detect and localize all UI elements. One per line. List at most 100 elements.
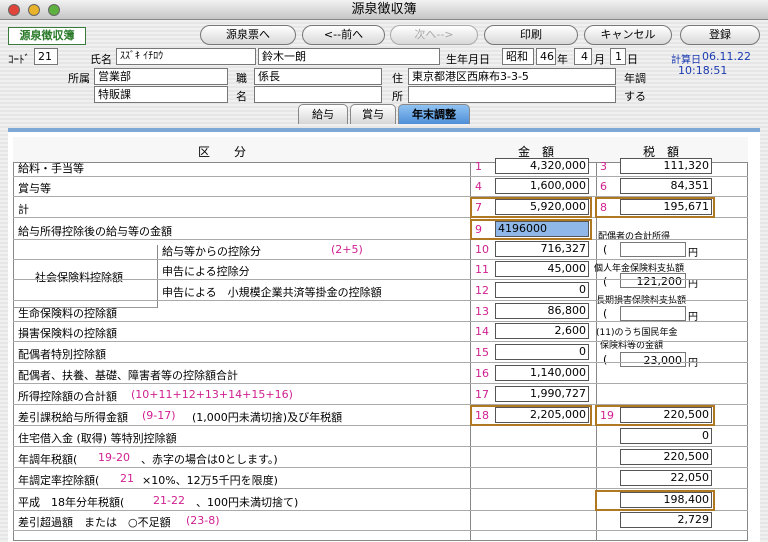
to-withholding-slip-button[interactable]: 源泉票へ — [200, 25, 296, 45]
job-field-2[interactable] — [254, 86, 382, 103]
zoom-window-button[interactable] — [48, 4, 60, 16]
name-field[interactable]: 鈴木一朗 — [258, 48, 440, 65]
minimize-window-button[interactable] — [28, 4, 40, 16]
kubun-header: 区 分 — [198, 145, 247, 159]
tax-number-3: 3 — [600, 160, 607, 173]
print-button[interactable]: 印刷 — [484, 25, 578, 45]
amount-field-14[interactable]: 2,600 — [495, 323, 589, 339]
tax-field-22[interactable]: 22,050 — [620, 470, 712, 486]
amount-field-12[interactable]: 0 — [495, 282, 589, 298]
month-unit: 月 — [594, 53, 605, 66]
tab-year-end-adjustment[interactable]: 年末調整 — [398, 104, 470, 124]
close-window-button[interactable] — [8, 4, 20, 16]
amount-field-17[interactable]: 1,990,727 — [495, 386, 589, 402]
pension-open-paren: ( — [603, 275, 608, 288]
dept-field-2[interactable]: 特販課 — [94, 86, 228, 103]
name-label: 氏名 — [90, 53, 112, 66]
amount-number-13: 13 — [475, 305, 489, 318]
month-field[interactable]: 4 — [574, 48, 592, 65]
row-divider — [13, 279, 748, 280]
long-term-field[interactable] — [620, 306, 686, 321]
row-divider — [13, 383, 748, 384]
row-label-4: 給与所得控除後の給与等の金額 — [18, 225, 172, 238]
row-divider — [13, 321, 748, 322]
nencho-label-1: 年調 — [624, 72, 646, 85]
amount-number-16: 16 — [475, 367, 489, 380]
cancel-button[interactable]: キャンセル — [584, 25, 672, 45]
kana-field[interactable]: ｽｽﾞｷ ｲﾁﾛｳ — [116, 48, 256, 65]
row-divider — [13, 362, 748, 363]
amount-number-4: 4 — [475, 180, 482, 193]
amount-number-12: 12 — [475, 284, 489, 297]
tax-field-20[interactable]: 0 — [620, 428, 712, 444]
prev-button[interactable]: <--前へ — [302, 25, 385, 45]
row-divider — [13, 446, 748, 447]
row-divider — [13, 467, 748, 468]
amount-field-10[interactable]: 716,327 — [495, 241, 589, 257]
amount-field-11[interactable]: 45,000 — [495, 261, 589, 277]
tax-field-21[interactable]: 220,500 — [620, 449, 712, 465]
row-label-12: 所得控除額の合計額 — [18, 390, 117, 403]
row-divider — [13, 300, 748, 301]
pension-yen: 円 — [688, 279, 698, 290]
row-divider — [13, 239, 748, 240]
row-note-18: (23-8) — [186, 514, 220, 527]
code-field[interactable]: 21 — [34, 48, 58, 65]
day-field[interactable]: 1 — [610, 48, 626, 65]
amount-field-13[interactable]: 86,800 — [495, 303, 589, 319]
row-note-12: (10+11+12+13+14+15+16) — [131, 388, 293, 401]
row-label-14: 住宅借入金 (取得) 等特別控除額 — [18, 432, 177, 445]
window-title: 源泉徴収簿 — [351, 2, 417, 17]
tax-field-24[interactable]: 2,729 — [620, 512, 712, 528]
pension-field[interactable]: 121,200 — [620, 273, 686, 288]
shakai-group: 社会保険料控除額 — [13, 245, 158, 308]
amount-field-16[interactable]: 1,140,000 — [495, 365, 589, 381]
next-button[interactable]: 次へ--> — [390, 25, 478, 45]
row-label-7: 申告による 小規模企業共済等掛金の控除額 — [162, 286, 382, 299]
row-label2-13: (1,000円未満切捨)及び年税額 — [192, 411, 343, 424]
amount-highlight-7 — [470, 197, 592, 218]
year-field[interactable]: 46 — [536, 48, 556, 65]
row-label-16: 年調定率控除額( — [18, 474, 100, 487]
amount-field-15[interactable]: 0 — [495, 344, 589, 360]
row-label2-17: 、100円未満切捨て) — [196, 496, 299, 509]
spouse-income-open-paren: ( — [603, 243, 608, 256]
row-divider — [13, 259, 748, 260]
job-label-1: 職 — [236, 72, 247, 85]
long-term-open-paren: ( — [603, 307, 608, 320]
form-tag: 源泉徴収簿 — [8, 27, 86, 45]
amount-highlight-18 — [470, 405, 592, 426]
spouse-income-field[interactable] — [620, 242, 686, 257]
birth-label: 生年月日 — [446, 53, 490, 66]
row-label-6: 申告による控除分 — [162, 265, 250, 278]
row-label-3: 計 — [18, 203, 29, 216]
amount-number-14: 14 — [475, 325, 489, 338]
row-divider — [13, 488, 748, 489]
tax-field-3[interactable]: 111,320 — [620, 158, 712, 174]
row-label-5: 給与等からの控除分 — [162, 245, 261, 258]
row-note-5: (2+5) — [331, 243, 363, 256]
row-divider — [13, 176, 748, 177]
amount-number-1: 1 — [475, 160, 482, 173]
nencho-label-2[interactable]: する — [624, 88, 646, 104]
amount-number-10: 10 — [475, 243, 489, 256]
dept-field-1[interactable]: 営業部 — [94, 68, 228, 85]
address-label-1: 住 — [392, 72, 403, 85]
tab-salary[interactable]: 給与 — [298, 104, 348, 124]
row-label-15: 年調年税額( — [18, 453, 78, 466]
address-field[interactable]: 東京都港区西麻布3-3-5 — [408, 68, 616, 85]
register-button[interactable]: 登録 — [680, 25, 760, 45]
era-field[interactable]: 昭和 — [502, 48, 534, 65]
address-field-2[interactable] — [408, 86, 616, 103]
dept-label: 所属 — [68, 72, 90, 85]
national-pension-field[interactable]: 23,000 — [620, 352, 686, 367]
amount-field-4[interactable]: 1,600,000 — [495, 178, 589, 194]
row-label-17: 平成 18年分年税額( — [18, 496, 125, 509]
row-label-9: 損害保険料の控除額 — [18, 327, 117, 340]
row-label-11: 配偶者、扶養、基礎、障害者等の控除額合計 — [18, 369, 238, 382]
tab-bonus[interactable]: 賞与 — [350, 104, 396, 124]
amount-field-1[interactable]: 4,320,000 — [495, 158, 589, 174]
tax-field-6[interactable]: 84,351 — [620, 178, 712, 194]
job-field[interactable]: 係長 — [254, 68, 382, 85]
row-label-8: 生命保険料の控除額 — [18, 307, 117, 320]
